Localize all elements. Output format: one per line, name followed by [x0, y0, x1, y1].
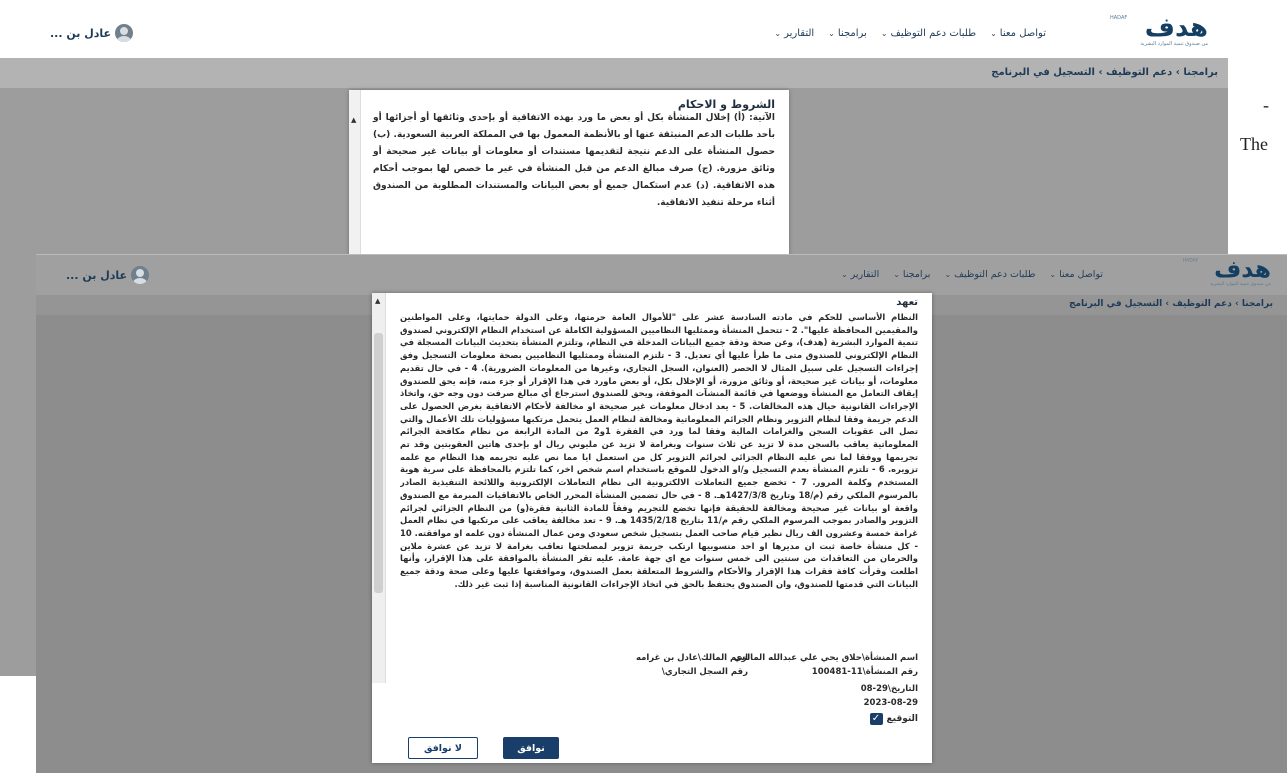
- pledge-text: النظام الأساسي للحكم في مادته السادسة عش…: [400, 312, 918, 589]
- nav-reports[interactable]: التقارير ⌄: [774, 28, 814, 39]
- agree-button[interactable]: نوافق: [503, 737, 559, 759]
- facility-name: اسم المنشأة\حلاق يحي علي عبدالله المالزي: [733, 653, 918, 663]
- side-dash-text: -: [1263, 95, 1269, 115]
- logo-subtitle: من صندوق تنمية الموارد البشرية: [1140, 41, 1208, 47]
- user-menu[interactable]: عادل بن ...: [50, 24, 134, 42]
- avatar: [131, 266, 150, 284]
- foreground-screenshot: HADAF هدف من صندوق تنمية الموارد البشرية…: [36, 254, 1287, 773]
- logo-subtitle: من صندوق تنمية الموارد البشرية: [1210, 281, 1271, 287]
- logo-tiny-text: HADAF: [1182, 258, 1199, 264]
- modal-title: تعهد: [896, 297, 918, 308]
- pledge-modal: ▲ تعهد النظام الأساسي للحكم في مادته الس…: [372, 293, 932, 763]
- breadcrumb-bar: برامجنا › دعم التوظيف › التسجيل في البرن…: [0, 58, 1228, 88]
- scroll-up-icon[interactable]: ▲: [351, 116, 356, 124]
- terms-text: الآتية: (أ) إخلال المنشأة بكل أو بعض ما …: [373, 113, 775, 208]
- nav-reports[interactable]: التقارير ⌄: [841, 269, 879, 280]
- date-label: التاريخ\29-08: [860, 684, 918, 694]
- main-nav: تواصل معنا ⌄ طلبات دعم التوظيف ⌄ برامجنا ⌄ …: [841, 269, 1103, 280]
- signature-label: التوقيع: [886, 714, 919, 724]
- signature-checkbox-row[interactable]: التوقيع ✓: [869, 713, 919, 725]
- chevron-down-icon: ⌄: [944, 270, 952, 279]
- nav-programs[interactable]: برامجنا ⌄: [828, 28, 867, 39]
- facility-number: رقم المنشأة\11-100481: [811, 667, 918, 677]
- nav-contact[interactable]: تواصل معنا ⌄: [1049, 269, 1103, 280]
- decline-button[interactable]: لا نوافق: [408, 737, 478, 759]
- facility-info-row-1: اسم المنشأة\حلاق يحي علي عبدالله المالزي…: [588, 653, 918, 663]
- terms-modal: ▲ الشروط و الاحكام الآتية: (أ) إخلال الم…: [349, 90, 789, 270]
- scrollbar[interactable]: ▲: [349, 90, 361, 270]
- chevron-down-icon: ⌄: [774, 29, 782, 38]
- nav-contact[interactable]: تواصل معنا ⌄: [990, 28, 1046, 39]
- commercial-register: رقم السجل التجاري\: [661, 667, 748, 677]
- hadaf-logo[interactable]: HADAF هدف من صندوق تنمية الموارد البشرية: [1108, 15, 1209, 53]
- chevron-down-icon: ⌄: [893, 270, 900, 279]
- nav-requests[interactable]: طلبات دعم التوظيف ⌄: [944, 269, 1035, 280]
- scrollbar[interactable]: ▲: [372, 293, 386, 683]
- chevron-down-icon: ⌄: [990, 29, 997, 38]
- date-value: 2023-08-29: [863, 698, 918, 708]
- top-navbar: HADAF هدف من صندوق تنمية الموارد البشرية…: [0, 8, 1228, 58]
- main-nav: تواصل معنا ⌄ طلبات دعم التوظيف ⌄ برامجنا ⌄ …: [774, 28, 1046, 39]
- breadcrumb: برامجنا › دعم التوظيف › التسجيل في البرن…: [991, 67, 1218, 78]
- chevron-down-icon: ⌄: [840, 270, 848, 279]
- date-row: التاريخ\29-08: [588, 684, 918, 694]
- avatar: [115, 24, 134, 42]
- signature-checkbox[interactable]: ✓: [869, 713, 883, 725]
- hadaf-logo[interactable]: HADAF هدف من صندوق تنمية الموارد البشرية: [1181, 258, 1272, 292]
- user-name: عادل بن ...: [66, 268, 128, 282]
- top-navbar: HADAF هدف من صندوق تنمية الموارد البشرية…: [36, 255, 1287, 295]
- scroll-thumb[interactable]: [374, 333, 383, 593]
- scroll-up-icon[interactable]: ▲: [375, 297, 380, 305]
- breadcrumb: برامجنا › دعم التوظيف › التسجيل في البرن…: [1068, 299, 1273, 309]
- nav-programs[interactable]: برامجنا ⌄: [893, 269, 930, 280]
- chevron-down-icon: ⌄: [880, 29, 888, 38]
- chevron-down-icon: ⌄: [828, 29, 835, 38]
- date-value-row: 2023-08-29: [588, 698, 918, 708]
- owner-name: اسم المالك\عادل بن غرامه: [635, 653, 748, 663]
- logo-tiny-text: HADAF: [1110, 15, 1128, 21]
- user-menu[interactable]: عادل بن ...: [66, 266, 150, 284]
- nav-requests[interactable]: طلبات دعم التوظيف ⌄: [881, 28, 976, 39]
- chevron-down-icon: ⌄: [1049, 270, 1057, 279]
- side-the-text: The: [1240, 134, 1268, 154]
- facility-info-row-2: رقم المنشأة\11-100481 رقم السجل التجاري\: [588, 667, 918, 677]
- user-name: عادل بن ...: [50, 26, 112, 40]
